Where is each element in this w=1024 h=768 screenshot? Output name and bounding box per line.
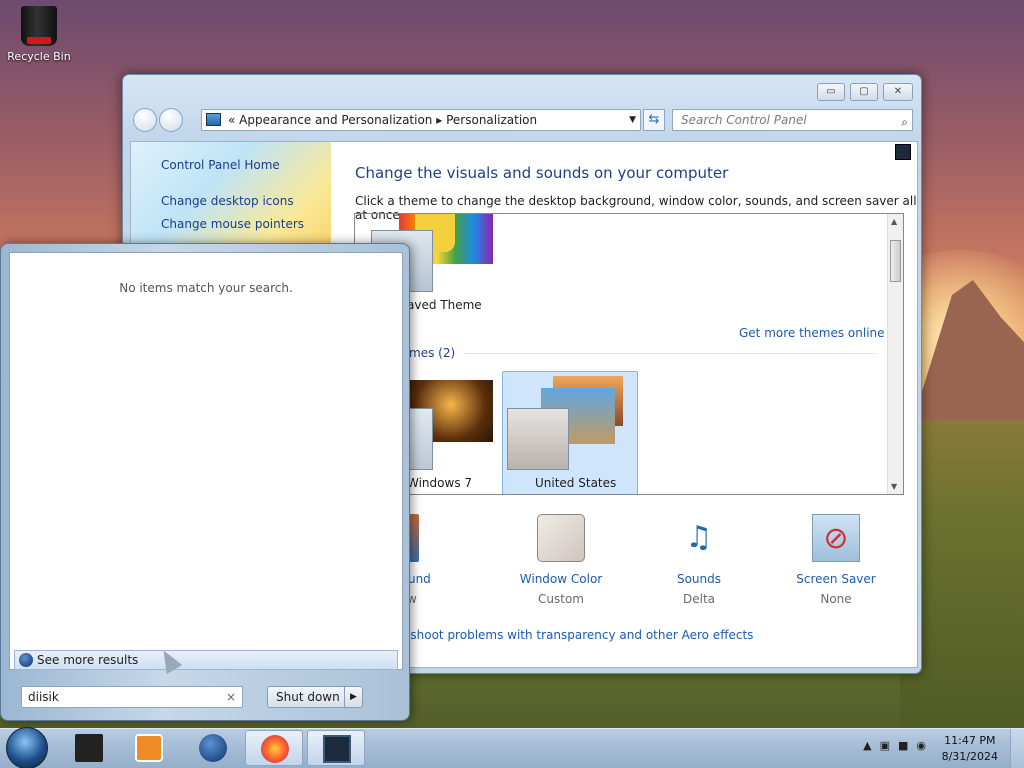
taskbar: ▲▣■◉ 11:47 PM 8/31/2024 [0, 727, 1024, 768]
address-prefix: « [228, 113, 236, 127]
minimize-button[interactable]: ▭ [817, 83, 845, 101]
taskbar-item-control-panel[interactable] [307, 730, 365, 766]
sounds-title: Sounds [676, 572, 722, 586]
shutdown-button[interactable]: Shut down ▶ [267, 686, 363, 708]
maximize-button[interactable]: ▢ [850, 83, 878, 101]
close-button[interactable]: ✕ [883, 83, 913, 101]
left-pane: Control Panel Home Change desktop icons … [131, 142, 331, 252]
sounds-icon: ♫ [685, 520, 713, 555]
network-icon[interactable]: ▣ [880, 739, 898, 752]
show-desktop-button[interactable] [1010, 729, 1024, 768]
window-color-title: Window Color [519, 572, 603, 586]
clock-date: 8/31/2024 [941, 750, 998, 763]
window-color-icon [537, 514, 585, 562]
address-bar[interactable]: « Appearance and Personalization ▸ Perso… [201, 109, 641, 131]
screen-saver-icon: ⊘ [812, 514, 860, 562]
refresh-button[interactable]: ⇆ [643, 109, 665, 131]
theme-list-scrollbar[interactable]: ▲ ▼ [887, 214, 903, 494]
taskbar-item-firefox[interactable] [245, 730, 303, 766]
control-panel-taskbar-icon [323, 735, 351, 763]
link-change-desktop-icons[interactable]: Change desktop icons [161, 194, 294, 208]
no-results-message: No items match your search. [119, 281, 293, 295]
globe-app-icon [199, 734, 227, 762]
search-placeholder: Search Control Panel [681, 113, 807, 127]
system-tray[interactable]: ▲▣■◉ [863, 739, 934, 752]
clock[interactable]: 11:47 PM 8/31/2024 [942, 733, 998, 765]
saved-theme-label: aved Theme [407, 298, 482, 312]
see-more-results-button[interactable]: See more results [14, 650, 398, 670]
window-color-setting[interactable]: Window Color Custom [511, 514, 611, 606]
clear-search-icon[interactable]: × [226, 687, 236, 707]
search-globe-icon [19, 653, 33, 667]
theme-list[interactable]: aved Theme Get more themes online mes (2… [354, 213, 904, 495]
scroll-up-icon[interactable]: ▲ [891, 217, 897, 226]
search-icon[interactable]: ⌕ [901, 112, 908, 132]
link-control-panel-home[interactable]: Control Panel Home [161, 158, 280, 172]
back-button[interactable] [133, 108, 157, 132]
aero-themes-section-title: mes (2) [409, 346, 456, 360]
control-panel-icon [206, 113, 221, 126]
navigation-bar: « Appearance and Personalization ▸ Perso… [131, 105, 915, 135]
search-input[interactable]: Search Control Panel ⌕ [672, 109, 913, 131]
window-color-subtitle: Custom [538, 592, 584, 606]
page-title: Change the visuals and sounds on your co… [355, 164, 729, 182]
see-more-label: See more results [37, 653, 139, 667]
monitor-icon[interactable]: ■ [898, 739, 916, 752]
sounds-subtitle: Delta [682, 592, 715, 606]
get-more-themes-link[interactable]: Get more themes online [739, 326, 885, 340]
taskbar-item-media-player[interactable] [120, 730, 178, 766]
clock-time: 11:47 PM [944, 734, 996, 747]
start-menu: No items match your search. See more res… [0, 243, 410, 721]
breadcrumb-appearance[interactable]: Appearance and Personalization [239, 113, 432, 127]
screen-saver-setting[interactable]: ⊘ Screen Saver None [786, 514, 886, 606]
taskbar-item-globe-app[interactable] [184, 730, 242, 766]
scroll-down-icon[interactable]: ▼ [891, 482, 897, 491]
shutdown-label: Shut down [276, 690, 340, 704]
link-change-mouse-pointers[interactable]: Change mouse pointers [161, 217, 304, 231]
breadcrumb-separator: ▸ [436, 113, 443, 127]
screen-saver-subtitle: None [820, 592, 852, 606]
explorer-icon [75, 734, 103, 762]
us-theme-preview [507, 408, 569, 470]
breadcrumb-personalization[interactable]: Personalization [446, 113, 537, 127]
windows7-theme-label: Windows 7 [407, 476, 473, 490]
show-hidden-icons-icon[interactable]: ▲ [863, 739, 879, 752]
forward-button[interactable] [159, 108, 183, 132]
firefox-icon [261, 735, 289, 763]
us-theme-label: United States [535, 476, 617, 490]
sounds-setting[interactable]: ♫ Sounds Delta [649, 514, 749, 606]
scroll-thumb[interactable] [890, 240, 901, 282]
troubleshoot-link[interactable]: eshoot problems with transparency and ot… [403, 628, 753, 642]
start-button[interactable] [6, 727, 48, 768]
media-player-icon [135, 734, 163, 762]
action-center-icon[interactable]: ◉ [916, 739, 934, 752]
recycle-bin[interactable]: Recycle Bin [6, 4, 72, 63]
start-search-value: diisik [28, 690, 59, 704]
taskbar-item-explorer[interactable] [60, 730, 118, 766]
help-icon[interactable] [895, 144, 911, 160]
recycle-bin-label: Recycle Bin [7, 50, 71, 63]
recycle-bin-icon [21, 6, 57, 46]
chevron-down-icon[interactable]: ▼ [629, 110, 636, 130]
screen-saver-title: Screen Saver [796, 572, 876, 586]
section-divider [465, 353, 875, 354]
search-results-pane: No items match your search. See more res… [9, 252, 403, 675]
start-search-input[interactable]: diisik × [21, 686, 243, 708]
shutdown-options-icon[interactable]: ▶ [344, 687, 362, 707]
